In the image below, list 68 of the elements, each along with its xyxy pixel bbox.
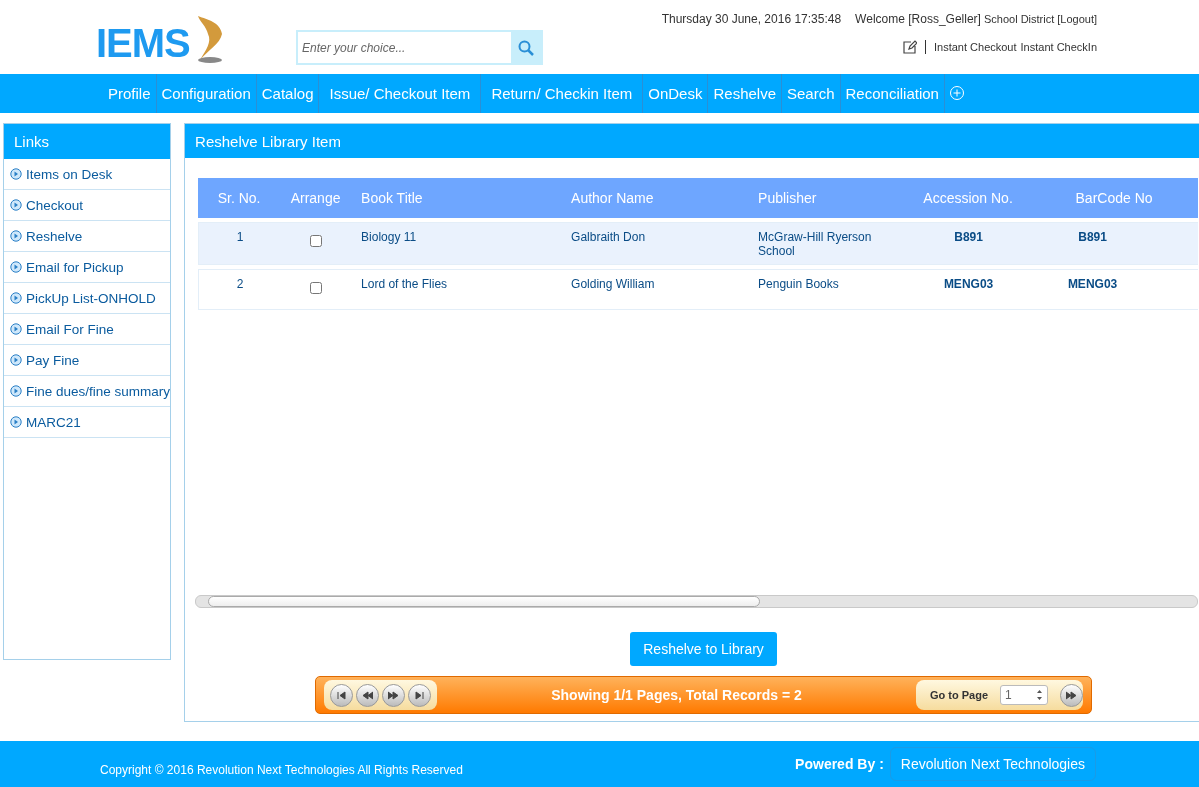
logo-text: IEMS: [96, 23, 190, 63]
table-cell: MENG03: [906, 269, 1032, 311]
district-text: School District: [983, 13, 1055, 25]
bullet-icon: [10, 261, 22, 274]
sidebar-link[interactable]: Items on Desk: [4, 159, 171, 191]
bullet-icon: [10, 323, 22, 336]
pager-button[interactable]: [356, 683, 380, 707]
pager-button[interactable]: [330, 683, 354, 707]
bullet-icon: [10, 168, 22, 181]
bullet-icon: [10, 230, 22, 243]
table-cell: 2: [198, 269, 282, 311]
prev-icon: [362, 689, 374, 701]
bullet-icon: [10, 199, 22, 212]
bullet-icon: [10, 416, 22, 429]
column-header: Accession No.: [906, 178, 1032, 219]
column-header: BarCode No: [1031, 178, 1199, 219]
spinner-icon[interactable]: [1036, 689, 1044, 702]
date-time: Thursday 30 June, 2016 17:35:48: [661, 12, 842, 26]
bullet-icon: [10, 292, 22, 305]
table-cell: Galbraith Don: [561, 222, 749, 266]
horizontal-scrollbar[interactable]: [195, 595, 1199, 609]
column-header: Publisher: [748, 178, 907, 219]
pager-summary: Showing 1/1 Pages, Total Records = 2: [550, 687, 803, 704]
table-cell: Penguin Books: [748, 269, 907, 311]
first-icon: [336, 689, 348, 701]
page-number-field[interactable]: 1: [1000, 685, 1049, 706]
panel-title: Reshelve Library Item: [185, 124, 1199, 159]
next-icon: [1066, 689, 1078, 701]
sidebar-link[interactable]: MARC21: [4, 407, 171, 439]
scrollbar-thumb[interactable]: [208, 596, 761, 608]
table-cell: MENG03: [1031, 269, 1199, 311]
go-to-page-label: Go to Page: [930, 689, 989, 702]
welcome-text: Welcome [Ross_Geller]: [855, 12, 981, 26]
sidebar-link[interactable]: Email for Pickup: [4, 252, 171, 284]
table-cell: B891: [906, 222, 1032, 266]
last-icon: [414, 689, 426, 701]
table-cell: Golding William: [561, 269, 749, 311]
next-icon: [388, 689, 400, 701]
sidebar-link[interactable]: Reshelve: [4, 221, 171, 253]
sidebar-link[interactable]: PickUp List-ONHOLD: [4, 283, 171, 315]
column-header: Sr. No.: [198, 178, 282, 219]
quick-link[interactable]: Instant CheckIn: [1020, 41, 1097, 53]
arrange-checkbox[interactable]: [310, 282, 323, 295]
table-cell: Lord of the Flies: [351, 269, 562, 311]
table-cell: Biology 11: [351, 222, 562, 266]
table-cell: B891: [1031, 222, 1199, 266]
copyright-text: Copyright © 2016 Revolution Next Technologies All Rights Reserved: [100, 763, 463, 778]
pager-button[interactable]: [382, 683, 406, 707]
logout-link[interactable]: [Logout]: [1057, 13, 1097, 25]
quick-link[interactable]: Instant Checkout: [934, 41, 1017, 53]
powered-by-label: Powered By :: [795, 756, 884, 773]
column-header: Author Name: [561, 178, 749, 219]
pager-button[interactable]: [408, 683, 432, 707]
sidebar-link[interactable]: Email For Fine: [4, 314, 171, 346]
bullet-icon: [10, 354, 22, 367]
column-header: Book Title: [351, 178, 562, 219]
bullet-icon: [10, 385, 22, 398]
table-cell: 1: [198, 222, 282, 266]
table-cell: McGraw-Hill Ryerson School: [748, 222, 907, 266]
sidebar-link[interactable]: Checkout: [4, 190, 171, 222]
sidebar-link[interactable]: Pay Fine: [4, 345, 171, 377]
arrange-checkbox[interactable]: [310, 235, 323, 248]
column-header: Arrange: [281, 178, 352, 219]
edit-icon[interactable]: [903, 40, 917, 54]
sidebar-link[interactable]: Fine dues/fine summary: [4, 376, 171, 408]
sidebar-title: Links: [4, 124, 171, 160]
search-field[interactable]: Enter your choice...: [296, 30, 543, 65]
go-button[interactable]: [1060, 683, 1084, 707]
